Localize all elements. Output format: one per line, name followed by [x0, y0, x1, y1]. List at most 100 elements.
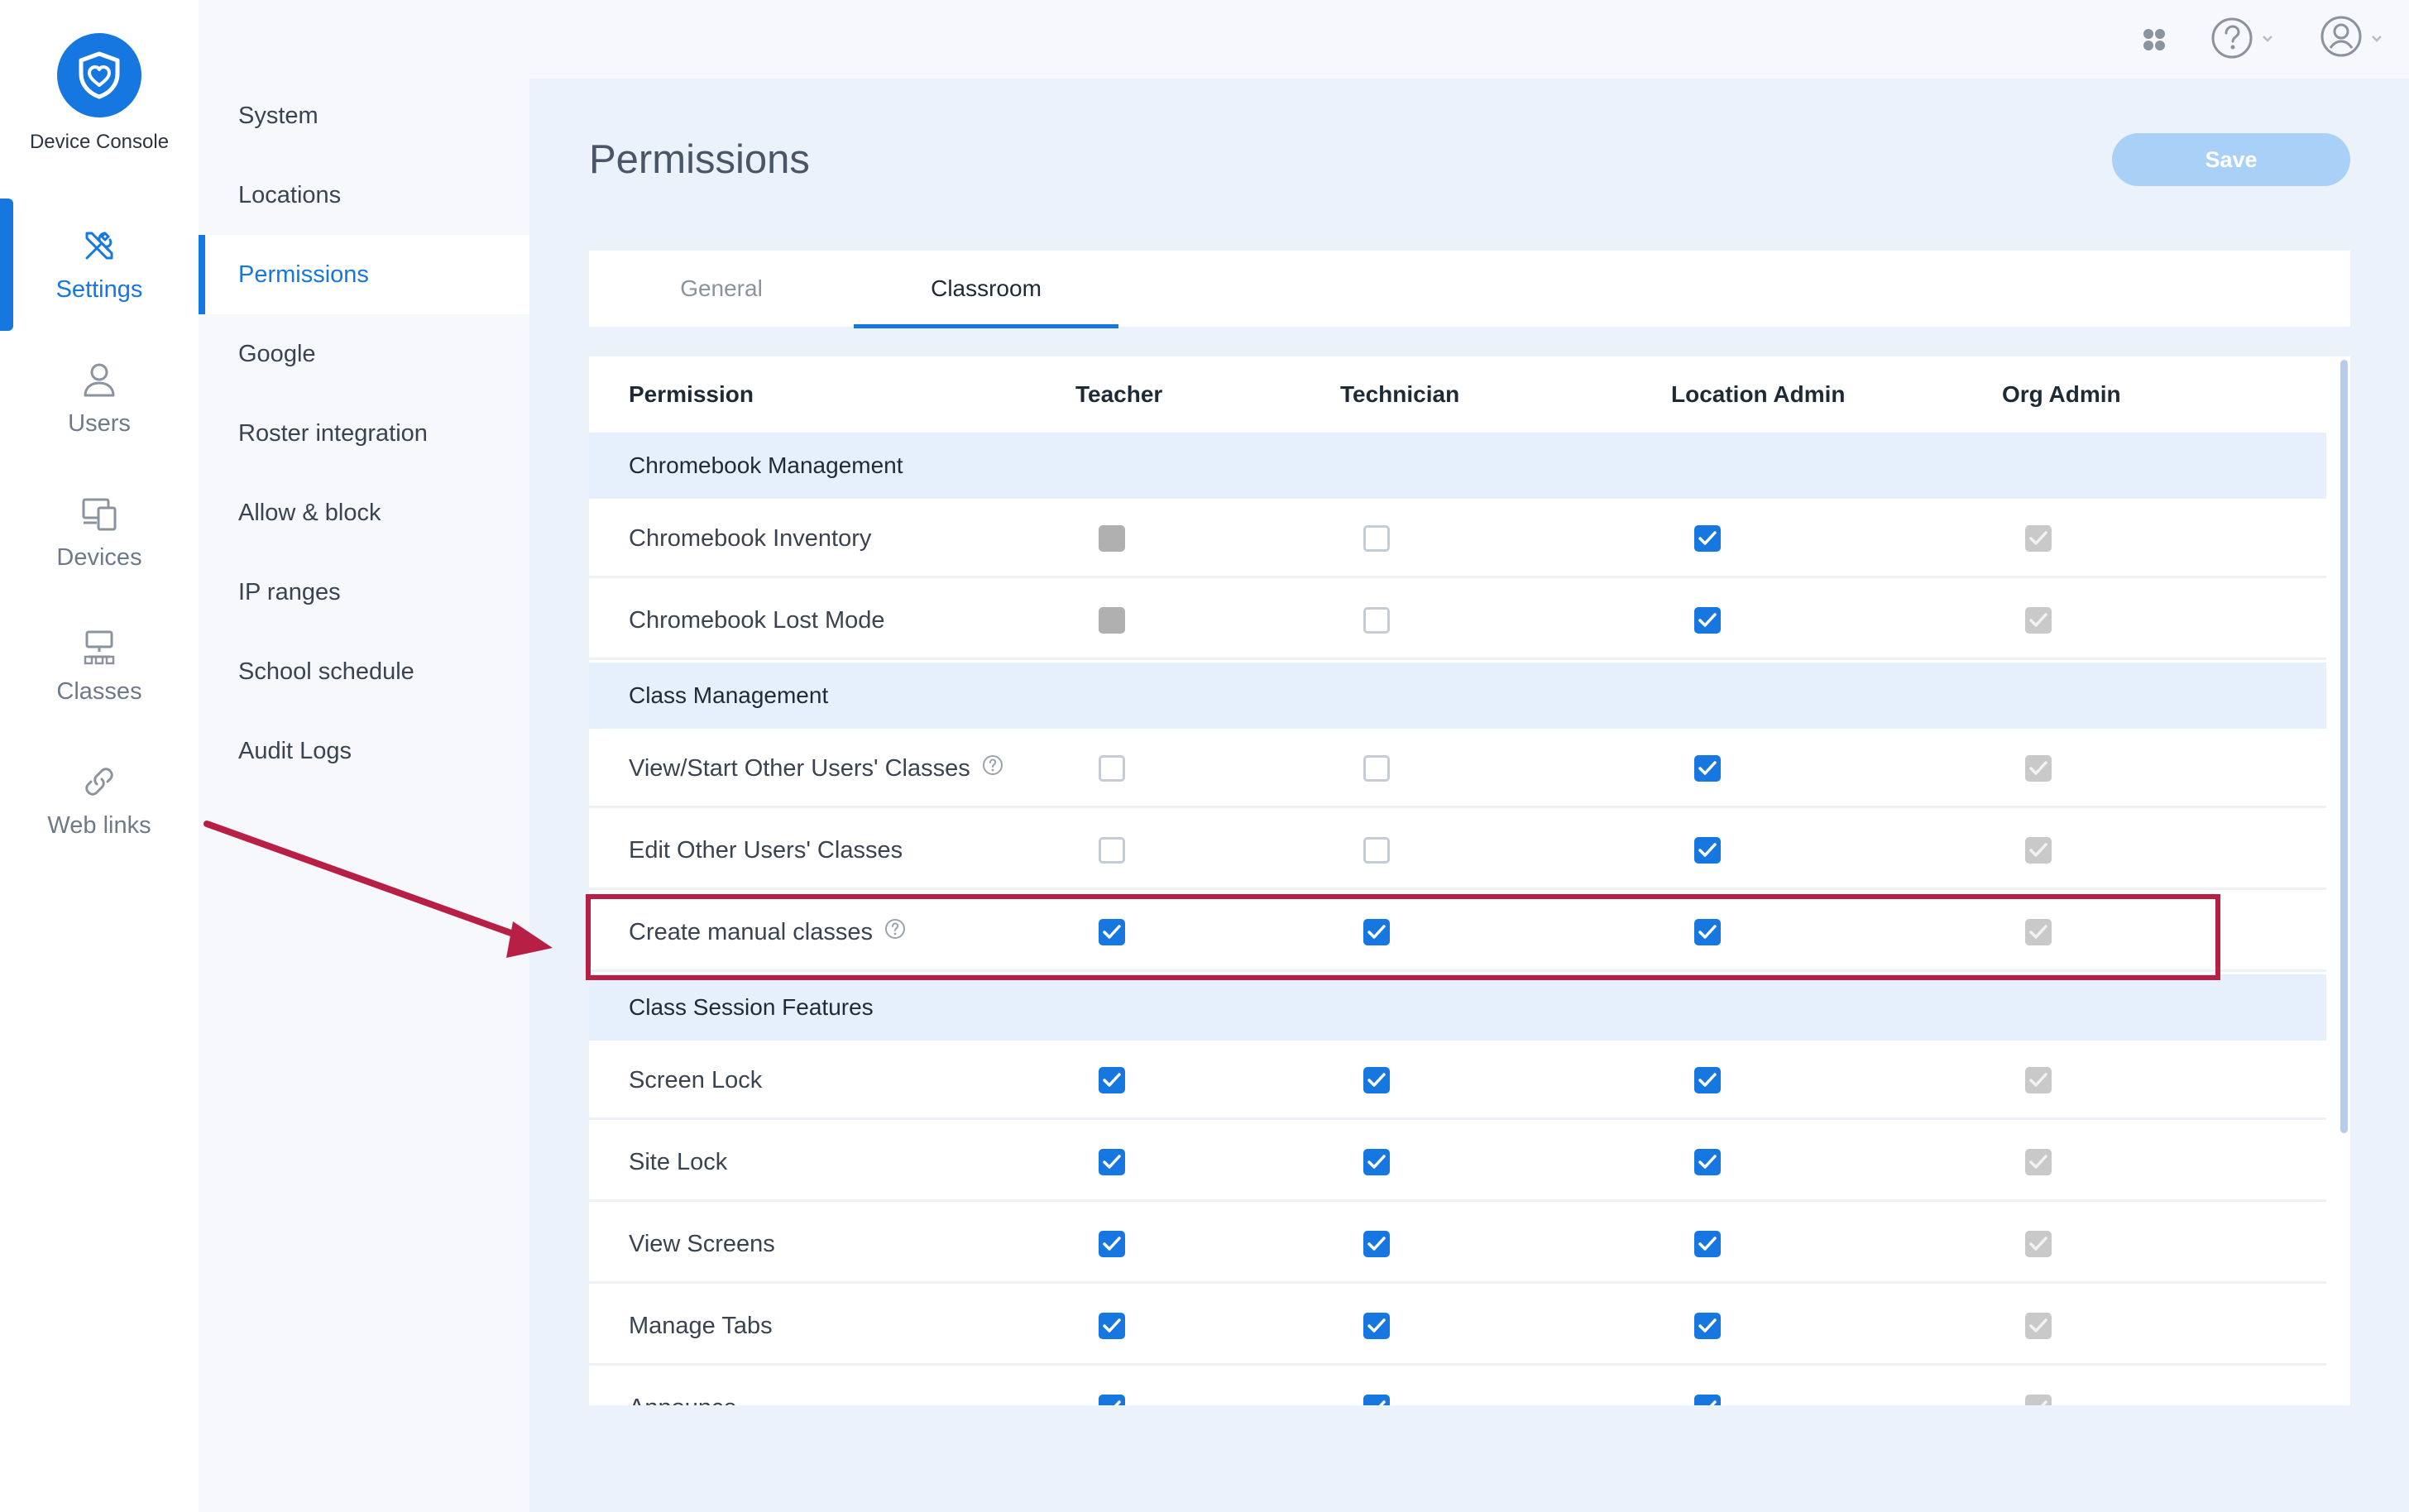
permission-label-text: View/Start Other Users' Classes — [629, 754, 970, 782]
table-scrollbar[interactable] — [2340, 360, 2348, 1133]
main-content: Permissions Save General Classroom Permi… — [529, 79, 2409, 1512]
column-header-permission: Permission — [629, 381, 754, 407]
wrench-screwdriver-icon — [85, 232, 113, 259]
table-row: View Screens — [589, 1204, 2326, 1284]
checkbox-org-admin — [2025, 755, 2052, 782]
checkbox-technician[interactable] — [1363, 837, 1390, 864]
column-header-teacher: Teacher — [1075, 381, 1163, 407]
rail-item-label: Classes — [56, 677, 142, 705]
checkbox-location-admin[interactable] — [1694, 755, 1721, 782]
link-icon — [85, 767, 113, 796]
permission-label: Manage Tabs — [629, 1286, 773, 1366]
subnav-item-system[interactable]: System — [199, 76, 529, 156]
permission-label: Create manual classes — [629, 892, 906, 972]
devices-icon — [82, 498, 117, 530]
checkbox-location-admin[interactable] — [1694, 1067, 1721, 1093]
checkbox-technician[interactable] — [1363, 1313, 1390, 1339]
tab-classroom[interactable]: Classroom — [854, 251, 1118, 328]
table-row: View/Start Other Users' Classes — [589, 729, 2326, 808]
checkbox-org-admin — [2025, 1395, 2052, 1405]
rail-item-settings[interactable]: Settings — [0, 199, 199, 331]
checkbox-location-admin[interactable] — [1694, 1231, 1721, 1257]
subnav-item-ip-ranges[interactable]: IP ranges — [199, 553, 529, 632]
checkbox-teacher[interactable] — [1099, 919, 1125, 945]
classes-icon — [84, 630, 115, 664]
rail-item-classes[interactable]: Classes — [0, 600, 199, 733]
permission-label-text: Chromebook Lost Mode — [629, 606, 885, 634]
checkbox-org-admin — [2025, 837, 2052, 864]
section-header: Class Session Features — [589, 974, 2326, 1041]
subnav-item-allow-block[interactable]: Allow & block — [199, 473, 529, 553]
rail-item-devices[interactable]: Devices — [0, 467, 199, 599]
checkbox-teacher[interactable] — [1099, 1149, 1125, 1175]
subnav-item-label: System — [238, 102, 318, 129]
checkbox-technician[interactable] — [1363, 1149, 1390, 1175]
subnav-item-audit-logs[interactable]: Audit Logs — [199, 711, 529, 791]
subnav-item-label: School schedule — [238, 658, 414, 685]
subnav-item-roster-integration[interactable]: Roster integration — [199, 394, 529, 473]
table-row: Manage Tabs — [589, 1286, 2326, 1366]
checkbox-teacher[interactable] — [1099, 1313, 1125, 1339]
subnav-item-school-schedule[interactable]: School schedule — [199, 632, 529, 711]
user-icon — [84, 363, 115, 396]
account-icon[interactable] — [2318, 15, 2392, 65]
checkbox-technician[interactable] — [1363, 1395, 1390, 1405]
checkbox-teacher[interactable] — [1099, 1395, 1125, 1405]
rail-item-label: Settings — [55, 275, 143, 303]
permission-label-text: Screen Lock — [629, 1066, 763, 1093]
help-icon[interactable] — [884, 918, 906, 946]
save-button[interactable]: Save — [2112, 133, 2350, 186]
checkbox-teacher[interactable] — [1099, 837, 1125, 864]
checkbox-org-admin — [2025, 525, 2052, 552]
checkbox-location-admin[interactable] — [1694, 919, 1721, 945]
tab-bar: General Classroom — [589, 251, 2350, 328]
table-row: Create manual classes — [589, 892, 2326, 972]
checkbox-location-admin[interactable] — [1694, 1395, 1721, 1405]
help-icon[interactable] — [982, 754, 1003, 782]
annotation-arrow-icon — [204, 821, 553, 958]
permission-label-text: Manage Tabs — [629, 1312, 773, 1339]
checkbox-teacher[interactable] — [1099, 755, 1125, 782]
subnav-item-google[interactable]: Google — [199, 314, 529, 394]
checkbox-technician[interactable] — [1363, 1231, 1390, 1257]
rail-item-web-links[interactable]: Web links — [0, 734, 199, 867]
column-header-technician: Technician — [1340, 381, 1460, 407]
checkbox-technician[interactable] — [1363, 525, 1390, 552]
checkbox-teacher — [1099, 607, 1125, 634]
checkbox-teacher[interactable] — [1099, 1067, 1125, 1093]
checkbox-technician[interactable] — [1363, 607, 1390, 634]
tab-general[interactable]: General — [589, 251, 854, 327]
help-circle-icon[interactable] — [2209, 15, 2283, 65]
checkbox-technician[interactable] — [1363, 919, 1390, 945]
permission-label: Announce — [629, 1368, 737, 1406]
page-title: Permissions — [589, 137, 810, 182]
checkbox-org-admin — [2025, 1313, 2052, 1339]
shield-heart-logo-icon[interactable] — [57, 33, 141, 117]
permission-label: Chromebook Lost Mode — [629, 581, 885, 660]
permission-label: Chromebook Inventory — [629, 499, 871, 578]
checkbox-location-admin[interactable] — [1694, 525, 1721, 552]
subnav-item-label: Google — [238, 340, 316, 367]
checkbox-location-admin[interactable] — [1694, 1313, 1721, 1339]
checkbox-technician[interactable] — [1363, 755, 1390, 782]
checkbox-teacher[interactable] — [1099, 1231, 1125, 1257]
subnav-item-label: Allow & block — [238, 499, 381, 526]
checkbox-location-admin[interactable] — [1694, 837, 1721, 864]
subnav-item-locations[interactable]: Locations — [199, 156, 529, 235]
checkbox-org-admin — [2025, 1231, 2052, 1257]
permission-label-text: View Screens — [629, 1230, 775, 1257]
checkbox-technician[interactable] — [1363, 1067, 1390, 1093]
top-bar — [529, 0, 2409, 79]
apps-grid-icon[interactable] — [2138, 23, 2171, 60]
permission-label: View Screens — [629, 1204, 775, 1284]
permission-label: View/Start Other Users' Classes — [629, 729, 1003, 808]
subnav-item-permissions[interactable]: Permissions — [199, 235, 529, 314]
checkbox-location-admin[interactable] — [1694, 1149, 1721, 1175]
rail-item-users[interactable]: Users — [0, 333, 199, 465]
subnav-item-label: Audit Logs — [238, 737, 352, 764]
permission-label: Screen Lock — [629, 1041, 762, 1120]
checkbox-org-admin — [2025, 919, 2052, 945]
subnav-item-label: Permissions — [238, 261, 369, 288]
checkbox-org-admin — [2025, 1149, 2052, 1175]
checkbox-location-admin[interactable] — [1694, 607, 1721, 634]
